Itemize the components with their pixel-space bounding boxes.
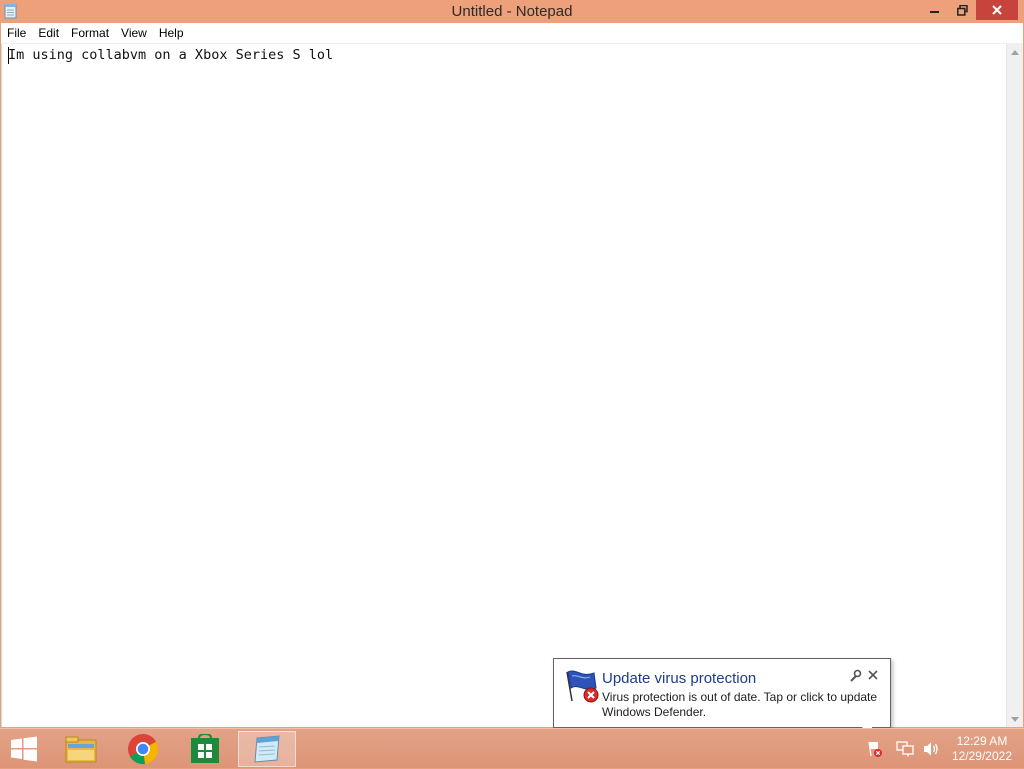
close-icon[interactable] — [866, 668, 880, 682]
volume-icon[interactable] — [922, 741, 940, 757]
start-button[interactable] — [0, 729, 48, 769]
taskbar-file-explorer[interactable] — [52, 731, 110, 767]
notification-title[interactable]: Update virus protection — [602, 670, 756, 687]
defender-alert-icon[interactable] — [866, 740, 884, 758]
notification-body[interactable]: Virus protection is out of date. Tap or … — [602, 690, 887, 720]
restore-icon — [956, 4, 968, 16]
notepad-window: Untitled - Notepad File Edit Format View… — [0, 0, 1024, 728]
minimize-icon — [930, 11, 939, 13]
clock-date: 12/29/2022 — [951, 749, 1012, 763]
chevron-down-icon — [1011, 716, 1019, 722]
menu-view[interactable]: View — [115, 23, 153, 43]
taskbar-notepad[interactable] — [238, 731, 296, 767]
taskbar: 12:29 AM 12/29/2022 — [0, 728, 1024, 768]
menu-format[interactable]: Format — [65, 23, 115, 43]
chevron-up-icon — [1011, 49, 1019, 55]
menu-edit[interactable]: Edit — [32, 23, 65, 43]
taskbar-chrome[interactable] — [114, 731, 172, 767]
system-tray — [866, 729, 940, 769]
close-button[interactable] — [976, 0, 1018, 20]
editor-content[interactable]: Im using collabvm on a Xbox Series S lol — [8, 47, 333, 63]
text-caret — [8, 47, 9, 64]
clock-time: 12:29 AM — [956, 734, 1008, 748]
notepad-icon — [254, 735, 280, 763]
title-bar[interactable]: Untitled - Notepad — [0, 0, 1024, 23]
minimize-button[interactable] — [922, 0, 948, 20]
folder-icon — [65, 736, 97, 763]
chrome-icon — [128, 734, 159, 765]
text-editor[interactable]: Im using collabvm on a Xbox Series S lol — [1, 44, 1006, 727]
taskbar-store[interactable] — [176, 731, 234, 767]
wrench-icon[interactable] — [848, 669, 862, 683]
close-icon — [992, 5, 1002, 15]
window-title: Untitled - Notepad — [451, 3, 573, 20]
scroll-up-button[interactable] — [1007, 44, 1023, 60]
system-clock[interactable]: 12:29 AM 12/29/2022 — [952, 734, 1012, 764]
scroll-down-button[interactable] — [1007, 711, 1023, 727]
menu-bar: File Edit Format View Help — [1, 23, 1023, 44]
windows-logo-icon — [11, 736, 37, 762]
notification-balloon[interactable]: Update virus protection Virus protection… — [553, 658, 891, 728]
store-icon — [191, 734, 219, 763]
restore-button[interactable] — [949, 0, 975, 20]
menu-help[interactable]: Help — [153, 23, 190, 43]
menu-file[interactable]: File — [1, 23, 32, 43]
security-flag-icon — [566, 670, 599, 703]
network-icon[interactable] — [896, 741, 914, 757]
vertical-scrollbar[interactable] — [1006, 44, 1023, 727]
